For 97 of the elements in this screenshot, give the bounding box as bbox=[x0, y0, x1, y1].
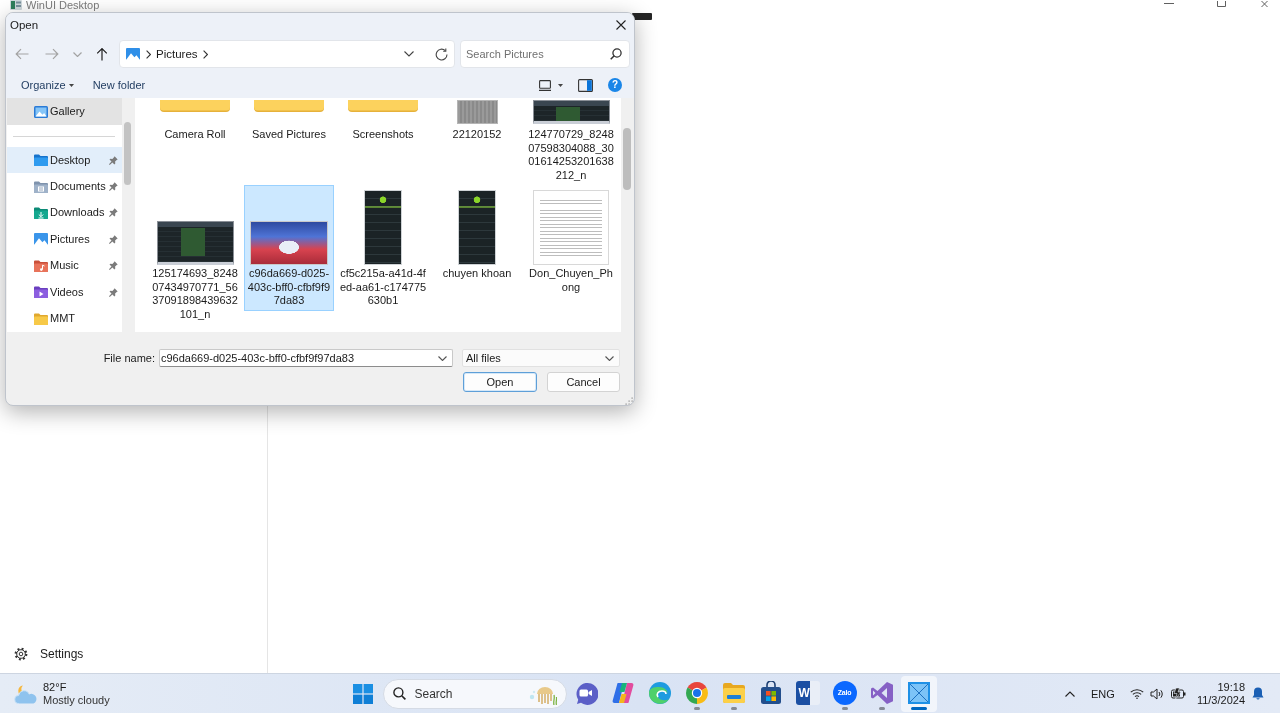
refresh-icon bbox=[434, 47, 448, 61]
taskbar-button[interactable] bbox=[900, 675, 937, 712]
minimize-icon bbox=[1164, 3, 1174, 4]
loop-icon bbox=[869, 680, 894, 705]
file-item[interactable]: cf5c215a-a41d-4f ed-aa61-c174775 630b1 bbox=[338, 185, 428, 311]
help-button[interactable]: ? bbox=[608, 78, 622, 92]
search-box[interactable]: Search bbox=[382, 678, 567, 709]
scrollbar-thumb[interactable] bbox=[124, 122, 131, 185]
dialog-title: Open bbox=[10, 18, 39, 31]
close-icon bbox=[1260, 1, 1269, 7]
segmented-circle-icon bbox=[684, 680, 709, 705]
folder-icon bbox=[721, 680, 746, 705]
sidebar-item[interactable]: Desktop bbox=[7, 147, 122, 174]
sidebar-item[interactable]: Downloads bbox=[7, 199, 122, 227]
sidebar-item[interactable]: MMT bbox=[7, 305, 122, 332]
file-item[interactable]: Saved Pictures bbox=[244, 98, 334, 145]
image-icon bbox=[126, 48, 140, 60]
organize-menu-button[interactable]: Organize bbox=[15, 74, 80, 96]
file-type-dropdown[interactable]: All files bbox=[462, 349, 620, 367]
split-pane-icon bbox=[577, 78, 593, 92]
restore-icon bbox=[1217, 1, 1226, 7]
clock[interactable]: 19:18 11/3/2024 bbox=[1196, 680, 1245, 707]
breadcrumb[interactable]: Pictures bbox=[156, 48, 198, 60]
file-item[interactable]: Screenshots bbox=[338, 98, 428, 145]
laptop-icon bbox=[539, 79, 551, 91]
address-bar[interactable]: Pictures bbox=[119, 40, 455, 68]
weather-widget[interactable]: 82°F Mostly cloudy bbox=[0, 680, 110, 707]
search-icon bbox=[610, 48, 622, 60]
chevron-right-icon bbox=[202, 49, 208, 59]
shopping-bag-icon bbox=[758, 680, 783, 705]
clock-time: 19:18 bbox=[1217, 680, 1245, 694]
sidebar-item[interactable]: Gallery bbox=[7, 98, 122, 125]
battery-icon bbox=[1169, 688, 1186, 699]
four-squares-icon bbox=[352, 683, 373, 704]
file-item[interactable]: Don_Chuyen_Ph ong bbox=[526, 185, 616, 297]
new-folder-button[interactable]: New folder bbox=[86, 74, 152, 96]
file-item[interactable]: Camera Roll bbox=[150, 98, 240, 145]
bell-icon bbox=[1252, 687, 1264, 700]
clock-date: 11/3/2024 bbox=[1196, 693, 1245, 707]
file-name-label: File name: bbox=[103, 352, 155, 364]
caret-icon bbox=[558, 83, 563, 87]
up-arrow-icon bbox=[96, 47, 108, 61]
folder-icon bbox=[34, 312, 48, 325]
music-folder-icon bbox=[34, 259, 48, 272]
scrollbar-thumb[interactable] bbox=[623, 128, 631, 190]
document-folder-icon bbox=[34, 180, 48, 193]
search-field[interactable]: Search Pictures bbox=[460, 40, 630, 68]
app-icon bbox=[10, 0, 22, 10]
dialog-button[interactable]: Open bbox=[463, 372, 537, 392]
panel-edge bbox=[632, 13, 652, 20]
close-icon bbox=[616, 19, 626, 30]
dialog-button[interactable]: Cancel bbox=[547, 372, 620, 392]
resize-grip-icon bbox=[625, 397, 633, 405]
settings-item[interactable]: Settings bbox=[8, 642, 267, 666]
chevron-down-icon bbox=[438, 356, 447, 361]
speaker-icon bbox=[1149, 687, 1164, 700]
video-chat-icon bbox=[573, 680, 598, 705]
search-icon bbox=[392, 686, 406, 700]
chevron-down-icon bbox=[605, 355, 614, 361]
swirl-icon bbox=[647, 680, 672, 705]
letter-logo: W bbox=[795, 680, 820, 705]
file-name-field[interactable]: c96da669-d025-403c-bff0-cfbf9f97da83 bbox=[159, 349, 453, 367]
folder-icon bbox=[160, 100, 230, 112]
moon-cloud-icon bbox=[14, 683, 38, 704]
sidebar-item[interactable]: Videos bbox=[7, 278, 122, 306]
window-title: WinUI Desktop bbox=[26, 0, 100, 11]
chevron-right-icon bbox=[146, 49, 151, 59]
forward-arrow-icon bbox=[45, 48, 59, 60]
download-folder-icon bbox=[34, 206, 48, 219]
sidebar-item[interactable]: Pictures bbox=[7, 226, 122, 253]
file-item[interactable]: 124770729_8248 07598304088_30 01614253201638 212_n bbox=[526, 98, 616, 185]
folder-icon bbox=[254, 100, 324, 112]
image-icon bbox=[34, 105, 48, 118]
chevron-down-icon bbox=[72, 51, 82, 57]
folder-icon bbox=[34, 154, 48, 167]
file-item[interactable]: chuyen khoan bbox=[432, 185, 522, 284]
input-language-button[interactable]: ENG bbox=[1091, 678, 1115, 709]
settings-icon bbox=[14, 647, 28, 661]
temperature: 82°F bbox=[43, 680, 68, 694]
chevron-down-icon bbox=[404, 51, 414, 57]
ribbon-icon bbox=[610, 680, 635, 705]
wifi-icon bbox=[1129, 688, 1144, 699]
folder-icon bbox=[348, 100, 418, 112]
file-item[interactable]: 22120152 bbox=[432, 98, 522, 145]
photo-thumbnail bbox=[456, 100, 498, 124]
back-arrow-icon bbox=[15, 48, 29, 60]
taskbar-button[interactable]: W bbox=[789, 675, 826, 712]
sidebar-item[interactable]: Music bbox=[7, 252, 122, 279]
chevron-up-icon bbox=[1065, 690, 1076, 697]
sidebar-item[interactable]: Documents bbox=[7, 173, 122, 200]
weather-condition: Mostly cloudy bbox=[43, 693, 110, 707]
crossed-box-icon bbox=[906, 680, 931, 705]
caret-icon bbox=[68, 84, 74, 87]
video-folder-icon bbox=[34, 286, 48, 299]
image-icon bbox=[34, 233, 48, 246]
file-item[interactable]: c96da669-d025- 403c-bff0-cfbf9f9 7da83 bbox=[244, 185, 334, 311]
file-item[interactable]: 125174693_8248 07434970771_56 37091898439632 101_n bbox=[150, 185, 240, 324]
